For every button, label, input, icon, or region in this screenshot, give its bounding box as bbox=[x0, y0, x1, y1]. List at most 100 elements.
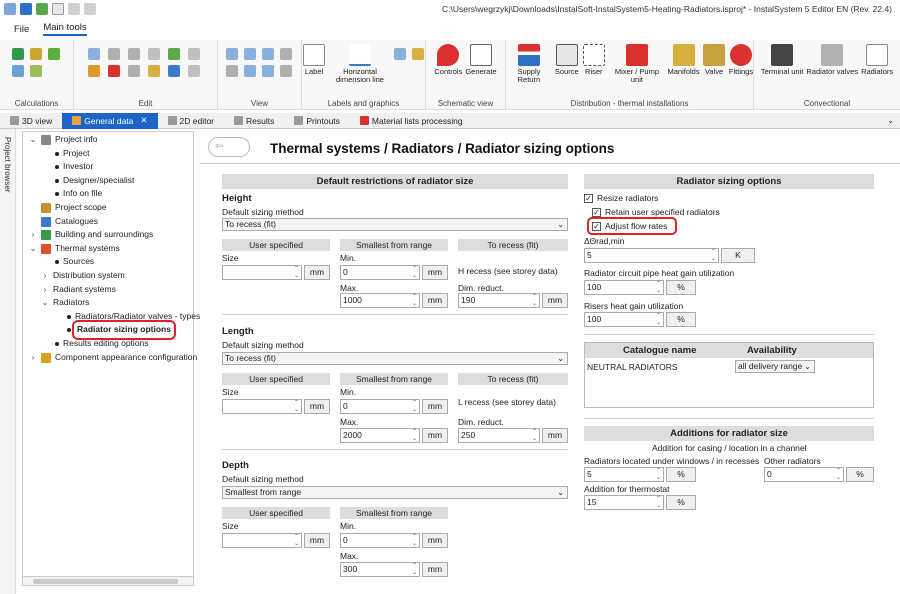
open-icon[interactable] bbox=[36, 3, 48, 15]
spinner-icon[interactable]: ⌃ ⌄ bbox=[532, 294, 537, 307]
tree-item[interactable]: Investor bbox=[23, 160, 193, 174]
chevron-down-icon[interactable]: ⌄ bbox=[29, 133, 37, 147]
delete-icon[interactable] bbox=[108, 65, 120, 77]
new-file-icon[interactable] bbox=[52, 3, 64, 15]
chevron-down-icon[interactable]: ⌄ bbox=[41, 296, 49, 310]
spinner-icon[interactable]: ⌃ ⌄ bbox=[412, 563, 417, 576]
height-method-select[interactable]: To recess (fit) ⌄ bbox=[222, 218, 568, 231]
source-button[interactable]: Source bbox=[555, 44, 579, 76]
tree-item[interactable]: › Building and surroundings bbox=[23, 228, 193, 242]
tree-item[interactable]: Catalogues bbox=[23, 215, 193, 229]
tree-item[interactable]: ⌄ Thermal systems bbox=[23, 242, 193, 256]
label-button[interactable]: Label bbox=[302, 44, 326, 76]
retain-user-radiators-checkbox[interactable]: ✓ Retain user specified radiators bbox=[592, 207, 720, 217]
spinner-icon[interactable]: ⌃ ⌄ bbox=[294, 400, 299, 413]
pan-icon[interactable] bbox=[226, 65, 238, 77]
other-radiators-input[interactable]: 0 ⌃ ⌄ bbox=[764, 467, 844, 482]
tree-item[interactable]: › Radiant systems bbox=[23, 283, 193, 297]
move-icon[interactable] bbox=[148, 48, 160, 60]
supply-return-button[interactable]: Supply Return bbox=[506, 44, 552, 84]
calc-icon[interactable] bbox=[12, 48, 24, 60]
duplicate-icon[interactable] bbox=[128, 48, 140, 60]
dtheta-input[interactable]: 5 ⌃ ⌄ bbox=[584, 248, 719, 263]
height-reduct-input[interactable]: 190 ⌃ ⌄ bbox=[458, 293, 540, 308]
calc-options-icon[interactable] bbox=[12, 65, 24, 77]
horizontal-dimension-button[interactable]: Horizontal dimension line bbox=[329, 44, 391, 84]
tab-results[interactable]: Results bbox=[224, 113, 284, 129]
tree-item[interactable]: ⌄ Project info bbox=[23, 133, 193, 147]
scrollbar-thumb[interactable] bbox=[33, 579, 178, 584]
length-max-input[interactable]: 2000 ⌃ ⌄ bbox=[340, 428, 420, 443]
depth-min-input[interactable]: 0 ⌃ ⌄ bbox=[340, 533, 420, 548]
tree-item[interactable]: Project bbox=[23, 147, 193, 161]
spinner-icon[interactable]: ⌃ ⌄ bbox=[412, 400, 417, 413]
chevron-right-icon[interactable]: › bbox=[29, 228, 37, 242]
tab-material-lists[interactable]: Material lists processing bbox=[350, 113, 473, 129]
tree-item[interactable]: › Component appearance configuration bbox=[23, 351, 197, 365]
mixer-pump-button[interactable]: Mixer / Pump unit bbox=[609, 44, 665, 84]
availability-select[interactable]: all delivery range ⌄ bbox=[735, 360, 815, 373]
chevron-right-icon[interactable]: › bbox=[41, 283, 49, 297]
height-max-input[interactable]: 1000 ⌃ ⌄ bbox=[340, 293, 420, 308]
spinner-icon[interactable]: ⌃ ⌄ bbox=[412, 266, 417, 279]
project-browser-strip[interactable]: Project browser bbox=[0, 129, 16, 594]
fittings-button[interactable]: Fittings bbox=[729, 44, 753, 76]
calc-run-icon[interactable] bbox=[48, 48, 60, 60]
tree-item[interactable]: Sources bbox=[23, 255, 193, 269]
text-icon[interactable] bbox=[394, 48, 406, 60]
undo-icon[interactable] bbox=[68, 3, 80, 15]
redo-icon[interactable] bbox=[84, 3, 96, 15]
riser-button[interactable]: Riser bbox=[582, 44, 606, 76]
home-icon[interactable] bbox=[4, 3, 16, 15]
height-user-input[interactable]: ⌃ ⌄ bbox=[222, 265, 302, 280]
menu-main-tools[interactable]: Main tools bbox=[43, 22, 87, 36]
spinner-icon[interactable]: ⌃ ⌄ bbox=[412, 534, 417, 547]
mirror-icon[interactable] bbox=[168, 48, 180, 60]
chevron-down-icon[interactable]: ⌄ bbox=[29, 242, 37, 256]
zoom-prev-icon[interactable] bbox=[244, 65, 256, 77]
cut-icon[interactable] bbox=[88, 65, 100, 77]
zoom-window-icon[interactable] bbox=[280, 48, 292, 60]
depth-max-input[interactable]: 300 ⌃ ⌄ bbox=[340, 562, 420, 577]
spinner-icon[interactable]: ⌃ ⌄ bbox=[656, 281, 661, 294]
length-user-input[interactable]: ⌃ ⌄ bbox=[222, 399, 302, 414]
tabs-overflow-icon[interactable]: ⌄ bbox=[887, 116, 894, 125]
spinner-icon[interactable]: ⌃ ⌄ bbox=[656, 496, 661, 509]
tree-item[interactable]: Info on file bbox=[23, 187, 193, 201]
thermostat-input[interactable]: 15 ⌃ ⌄ bbox=[584, 495, 664, 510]
spinner-icon[interactable]: ⌃ ⌄ bbox=[532, 429, 537, 442]
tab-printouts[interactable]: Printouts bbox=[284, 113, 350, 129]
link-icon[interactable] bbox=[128, 65, 140, 77]
controls-button[interactable]: Controls bbox=[434, 44, 462, 76]
close-tab-icon[interactable]: ✕ bbox=[140, 115, 147, 126]
calc-grid-icon[interactable] bbox=[30, 65, 42, 77]
tree-item[interactable]: Results editing options bbox=[23, 337, 193, 351]
spinner-icon[interactable]: ⌃ ⌄ bbox=[836, 468, 841, 481]
generate-button[interactable]: Generate bbox=[465, 44, 497, 76]
zoom-all-icon[interactable] bbox=[262, 48, 274, 60]
resize-radiators-checkbox[interactable]: ✓ Resize radiators bbox=[584, 193, 658, 203]
spinner-icon[interactable]: ⌃ ⌄ bbox=[294, 534, 299, 547]
tree-item[interactable]: Designer/specialist bbox=[23, 174, 193, 188]
save-icon[interactable] bbox=[20, 3, 32, 15]
risers-heat-gain-input[interactable]: 100 ⌃ ⌄ bbox=[584, 312, 664, 327]
spinner-icon[interactable]: ⌃ ⌄ bbox=[711, 249, 716, 262]
manifolds-button[interactable]: Manifolds bbox=[667, 44, 700, 76]
zoom-in-icon[interactable] bbox=[226, 48, 238, 60]
graphics-icon[interactable] bbox=[412, 48, 424, 60]
redraw-icon[interactable] bbox=[280, 65, 292, 77]
length-method-select[interactable]: To recess (fit) ⌄ bbox=[222, 352, 568, 365]
terminal-unit-button[interactable]: Terminal unit bbox=[761, 44, 803, 76]
tree-horizontal-scrollbar[interactable] bbox=[22, 576, 194, 586]
spinner-icon[interactable]: ⌃ ⌄ bbox=[412, 429, 417, 442]
spinner-icon[interactable]: ⌃ ⌄ bbox=[656, 468, 661, 481]
chevron-right-icon[interactable]: › bbox=[29, 351, 37, 365]
depth-user-input[interactable]: ⌃ ⌄ bbox=[222, 533, 302, 548]
height-min-input[interactable]: 0 ⌃ ⌄ bbox=[340, 265, 420, 280]
tree-item[interactable]: Radiator sizing options bbox=[23, 320, 193, 340]
tree-item[interactable]: › Distribution system bbox=[23, 269, 193, 283]
valve-button[interactable]: Valve bbox=[702, 44, 726, 76]
chevron-right-icon[interactable]: › bbox=[41, 269, 49, 283]
menu-file[interactable]: File bbox=[14, 24, 29, 35]
properties-icon[interactable] bbox=[188, 65, 200, 77]
